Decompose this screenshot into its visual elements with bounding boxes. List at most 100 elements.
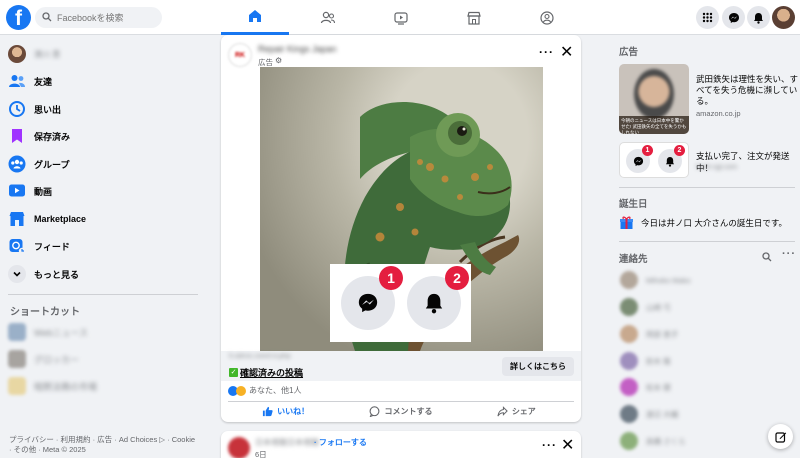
compose-icon xyxy=(774,431,786,443)
messenger-icon xyxy=(728,12,739,23)
menu-button[interactable] xyxy=(696,6,719,29)
notification-overlay: 1 2 xyxy=(330,264,471,342)
memories-icon xyxy=(8,100,26,118)
page-avatar[interactable]: RK xyxy=(228,43,252,67)
shortcut-item[interactable]: Webニュース xyxy=(8,319,88,345)
angry-reaction-icon xyxy=(236,385,246,396)
reactions-summary[interactable]: あなた、他1人 xyxy=(228,385,301,396)
messenger-icon xyxy=(633,156,643,166)
contact-name: 高橋 さくら xyxy=(646,436,686,446)
account-avatar[interactable] xyxy=(772,6,795,29)
search-input[interactable] xyxy=(57,12,152,23)
link-domain: fi.sdrcic.com/l.it.php xyxy=(229,353,291,360)
more-options-icon[interactable]: ··· xyxy=(539,45,554,59)
ad-image[interactable]: 1 2 xyxy=(260,67,543,351)
ad-link-bar[interactable]: fi.sdrcic.com/l.it.php ✓ 確認済みの投稿 詳しくはこちら xyxy=(221,351,581,381)
shortcut-item[interactable]: 暗黙法務の市場 xyxy=(8,373,97,399)
sidebar-item-feed[interactable]: フィード xyxy=(8,233,70,259)
sidebar-item-video[interactable]: 動画 xyxy=(8,178,52,204)
sponsored-ad-1[interactable]: 今朝のニュースは日本中を驚かせた! 武田鉄矢の全てを失うかもしれない 武田鉄矢は… xyxy=(619,64,799,136)
avatar xyxy=(620,378,638,396)
tab-watch[interactable] xyxy=(367,0,435,35)
sidebar-item-profile[interactable]: 濱川 豊 xyxy=(8,41,60,67)
contact-name: 岡部 恵子 xyxy=(646,329,679,339)
search-box[interactable] xyxy=(35,7,162,28)
thumbs-up-icon xyxy=(263,406,273,417)
facebook-logo[interactable]: f xyxy=(6,5,31,30)
grid-menu-icon xyxy=(702,12,713,23)
tab-friends[interactable] xyxy=(294,0,362,35)
tab-groups[interactable] xyxy=(513,0,581,35)
contact-name: 鈴木 隆 xyxy=(646,356,671,366)
sidebar-item-label: もっと見る xyxy=(34,269,80,280)
ad2-messenger: 1 xyxy=(626,145,653,173)
share-icon xyxy=(497,406,508,417)
overlay-messenger-button[interactable]: 1 xyxy=(341,266,403,330)
groups-icon xyxy=(540,10,554,25)
bell-icon xyxy=(754,12,763,24)
overlay-bell-button[interactable]: 2 xyxy=(407,266,469,330)
verified-post[interactable]: ✓ 確認済みの投稿 xyxy=(229,366,303,379)
feed-post-2: 日本視聴日本視聴 · フォローする 6日 ··· ✕ xyxy=(221,431,581,458)
share-label: シェア xyxy=(511,407,536,416)
shortcut-label: Webニュース xyxy=(34,327,88,338)
saved-icon xyxy=(8,127,26,145)
sidebar-item-label: グループ xyxy=(34,159,70,170)
contact-item[interactable]: Mihoko Mako xyxy=(620,270,691,290)
contact-name: Mihoko Mako xyxy=(646,275,691,285)
divider xyxy=(619,187,795,188)
birthday-text: 今日は井ノ口 大介さんの誕生日です。 xyxy=(641,217,788,228)
sidebar-item-saved[interactable]: 保存済み xyxy=(8,123,70,149)
divider xyxy=(8,294,198,295)
sidebar-item-see-more[interactable]: もっと見る xyxy=(8,261,79,287)
sidebar-item-memories[interactable]: 思い出 xyxy=(8,96,61,122)
gift-icon xyxy=(619,215,634,230)
search-contacts-icon[interactable] xyxy=(762,251,772,265)
contacts-title: 連絡先 xyxy=(619,254,648,265)
page-name[interactable]: Repair Kings Japan xyxy=(258,44,337,54)
contact-item[interactable]: 岡部 恵子 xyxy=(620,324,678,344)
tab-home[interactable] xyxy=(221,0,289,35)
sidebar-item-label: 保存済み xyxy=(34,131,71,142)
ad-thumbnail-face xyxy=(634,69,674,119)
contact-item[interactable]: 山崎 弓 xyxy=(620,297,671,317)
home-icon xyxy=(249,10,261,22)
marketplace-icon xyxy=(8,210,26,228)
sponsored-ad-2[interactable]: 1 2 支払い完了、注文が発送中！ flash-sgl.com xyxy=(619,142,799,180)
contact-item[interactable]: 松本 健 xyxy=(620,377,671,397)
contact-name: 松本 健 xyxy=(646,382,671,392)
avatar xyxy=(620,325,638,343)
notifications-button[interactable] xyxy=(747,6,770,29)
close-icon[interactable]: ✕ xyxy=(560,42,573,62)
learn-more-button[interactable]: 詳しくはこちら xyxy=(502,357,574,376)
share-button[interactable]: シェア xyxy=(459,402,574,421)
follow-link[interactable]: · フォローする xyxy=(314,437,367,448)
close-icon[interactable]: ✕ xyxy=(561,435,574,455)
video-icon xyxy=(394,11,408,25)
messenger-icon xyxy=(358,293,378,313)
shortcuts-title: ショートカット xyxy=(10,307,80,318)
comment-button[interactable]: コメントする xyxy=(343,402,458,421)
sidebar-item-marketplace[interactable]: Marketplace xyxy=(8,206,86,232)
sidebar-item-friends[interactable]: 友達 xyxy=(8,68,52,94)
contact-item[interactable]: 渡辺 大輔 xyxy=(620,404,678,424)
shortcut-thumbnail xyxy=(8,377,26,395)
page-name[interactable]: 日本視聴日本視聴 xyxy=(255,437,319,448)
tab-marketplace[interactable] xyxy=(440,0,508,35)
page-avatar[interactable] xyxy=(228,437,250,458)
shortcut-item[interactable]: グロッカー xyxy=(8,346,79,372)
more-options-icon[interactable]: ··· xyxy=(542,438,557,452)
birthday-item[interactable]: 今日は井ノ口 大介さんの誕生日です。 xyxy=(619,215,787,230)
notification-badge: 1 xyxy=(642,145,653,156)
footer-links[interactable]: プライバシー · 利用規約 · 広告 · Ad Choices ▷ · Cook… xyxy=(9,435,199,455)
new-message-button[interactable] xyxy=(768,424,793,449)
friends-icon xyxy=(8,72,26,90)
sidebar-item-label: フィード xyxy=(34,241,70,252)
like-button[interactable]: いいね！ xyxy=(228,402,343,421)
contact-item[interactable]: 鈴木 隆 xyxy=(620,351,671,371)
messenger-button[interactable] xyxy=(722,6,745,29)
sidebar-item-groups[interactable]: グループ xyxy=(8,151,69,177)
contact-item[interactable]: 高橋 さくら xyxy=(620,431,686,451)
contacts-options-icon[interactable]: ··· xyxy=(782,248,796,260)
post-time[interactable]: 6日 xyxy=(255,449,267,458)
